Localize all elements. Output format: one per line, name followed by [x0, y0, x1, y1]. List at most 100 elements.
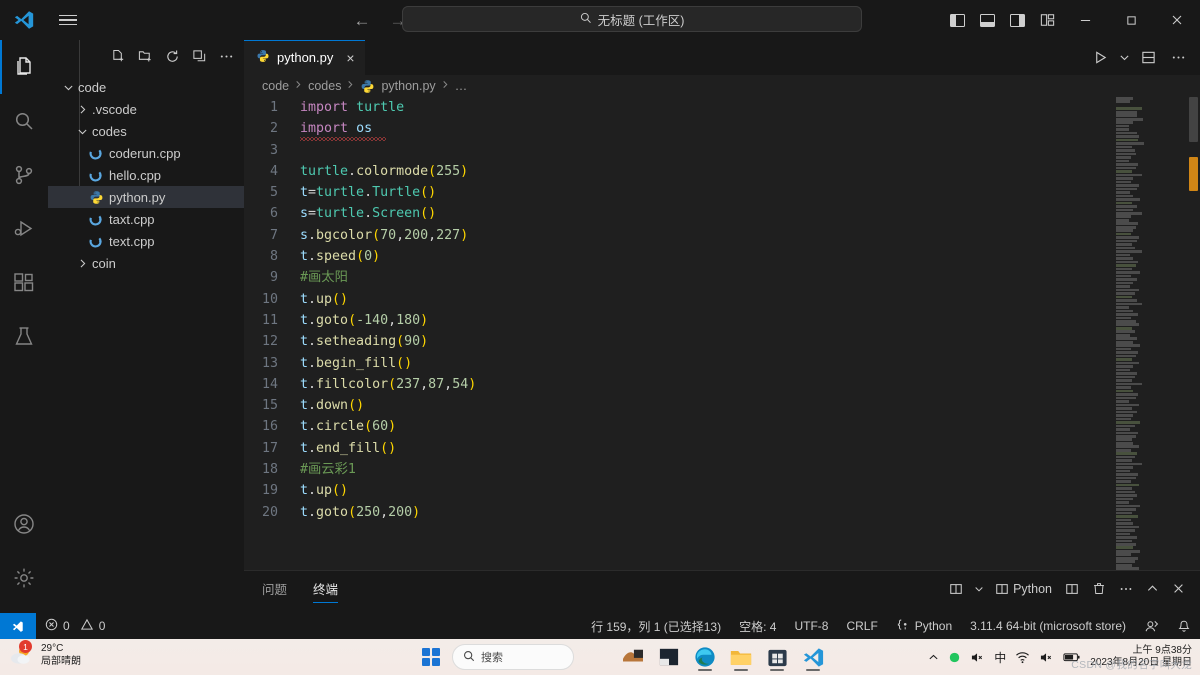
code-line[interactable]: 9#画太阳 — [244, 267, 1200, 288]
code-text[interactable]: t.setheading(90) — [300, 331, 428, 352]
python-interpreter[interactable]: 3.11.4 64-bit (microsoft store) — [961, 613, 1135, 639]
minimize-button[interactable] — [1062, 0, 1108, 40]
app-dark-icon[interactable] — [654, 642, 684, 672]
sidebar-item-testing[interactable] — [0, 310, 48, 364]
code-line[interactable]: 19t.up() — [244, 480, 1200, 501]
split-terminal-icon[interactable] — [944, 571, 968, 606]
weather-widget[interactable]: 1 29°C 局部晴朗 — [8, 642, 81, 668]
manage-settings-button[interactable] — [0, 551, 48, 605]
tree-file-python.py[interactable]: python.py — [48, 186, 244, 208]
green-status-icon[interactable] — [948, 651, 961, 664]
tree-folder-coin[interactable]: coin — [48, 252, 244, 274]
toggle-secondary-sidebar-icon[interactable] — [1002, 0, 1032, 40]
code-text[interactable]: t.end_fill() — [300, 438, 396, 459]
code-line[interactable]: 4turtle.colormode(255) — [244, 161, 1200, 182]
code-text[interactable]: import turtle — [300, 97, 404, 118]
code-text[interactable]: t.circle(60) — [300, 416, 396, 437]
scrollbar-thumb[interactable] — [1189, 97, 1198, 142]
chevron-down-icon[interactable] — [1116, 40, 1132, 75]
maximize-button[interactable] — [1108, 0, 1154, 40]
code-text[interactable]: t=turtle.Turtle() — [300, 182, 436, 203]
tab-python-py[interactable]: python.py × — [244, 40, 365, 75]
tree-folder-code[interactable]: code — [48, 76, 244, 98]
code-line[interactable]: 2import os — [244, 118, 1200, 139]
close-button[interactable] — [1154, 0, 1200, 40]
minimap[interactable] — [1116, 97, 1174, 570]
taskbar-search[interactable]: 搜索 — [452, 644, 574, 670]
encoding-status[interactable]: UTF-8 — [785, 613, 837, 639]
code-line[interactable]: 13t.begin_fill() — [244, 353, 1200, 374]
wifi-icon[interactable] — [1015, 651, 1030, 664]
edge-icon[interactable] — [690, 642, 720, 672]
code-line[interactable]: 1import turtle — [244, 97, 1200, 118]
code-line[interactable]: 6s=turtle.Screen() — [244, 203, 1200, 224]
code-line[interactable]: 12t.setheading(90) — [244, 331, 1200, 352]
widgets-icon[interactable] — [618, 642, 648, 672]
code-text[interactable]: import os — [300, 118, 372, 139]
tab-problems[interactable]: 问题 — [262, 571, 287, 606]
code-text[interactable]: t.down() — [300, 395, 364, 416]
file-tree[interactable]: code.vscodecodescoderun.cpphello.cpppyth… — [48, 72, 244, 274]
back-icon[interactable]: ← — [353, 12, 371, 29]
remote-window-indicator[interactable] — [0, 613, 36, 639]
vscode-taskbar-icon[interactable] — [798, 642, 828, 672]
bell-icon[interactable] — [1168, 613, 1200, 639]
code-line[interactable]: 8t.speed(0) — [244, 246, 1200, 267]
customize-layout-icon[interactable] — [1032, 0, 1062, 40]
code-text[interactable]: #画太阳 — [300, 267, 348, 288]
breadcrumb-item[interactable]: … — [455, 79, 468, 93]
accounts-button[interactable] — [0, 497, 48, 551]
cursor-position[interactable]: 行 159，列 1 (已选择13) — [582, 613, 730, 639]
chevron-right-icon[interactable] — [74, 104, 90, 115]
chevron-right-icon[interactable] — [74, 258, 90, 269]
tree-file-taxt.cpp[interactable]: taxt.cpp — [48, 208, 244, 230]
code-line[interactable]: 18#画云彩1 — [244, 459, 1200, 480]
split-icon[interactable] — [1060, 571, 1084, 606]
new-folder-icon[interactable] — [137, 48, 153, 64]
terminal-type-button[interactable]: Python — [990, 571, 1057, 606]
code-text[interactable]: turtle.colormode(255) — [300, 161, 468, 182]
file-explorer-icon[interactable] — [726, 642, 756, 672]
code-line[interactable]: 20t.goto(250,200) — [244, 502, 1200, 523]
menu-hamburger-button[interactable] — [48, 0, 88, 40]
command-center-search[interactable]: 无标题 (工作区) — [402, 6, 862, 32]
feedback-icon[interactable] — [1135, 613, 1168, 639]
code-line[interactable]: 5t=turtle.Turtle() — [244, 182, 1200, 203]
refresh-icon[interactable] — [164, 48, 180, 64]
code-line[interactable]: 15t.down() — [244, 395, 1200, 416]
code-text[interactable]: t.goto(250,200) — [300, 502, 420, 523]
code-text[interactable]: t.speed(0) — [300, 246, 380, 267]
run-icon[interactable] — [1086, 40, 1114, 75]
taskbar-clock[interactable]: 上午 9点38分 2023年8月20日 星期日 — [1090, 645, 1194, 670]
sidebar-item-run-debug[interactable] — [0, 202, 48, 256]
code-line[interactable]: 17t.end_fill() — [244, 438, 1200, 459]
tab-terminal[interactable]: 终端 — [313, 571, 338, 606]
chevron-up-icon[interactable] — [1141, 571, 1164, 606]
toggle-primary-sidebar-icon[interactable] — [942, 0, 972, 40]
sidebar-item-source-control[interactable] — [0, 148, 48, 202]
breadcrumb-item[interactable]: codes — [308, 79, 341, 93]
close-icon[interactable]: × — [346, 51, 354, 65]
tree-file-coderun.cpp[interactable]: coderun.cpp — [48, 142, 244, 164]
breadcrumb[interactable]: codecodespython.py… — [244, 75, 1200, 97]
code-line[interactable]: 14t.fillcolor(237,87,54) — [244, 374, 1200, 395]
tree-folder-vscode[interactable]: .vscode — [48, 98, 244, 120]
editor-scrollbar[interactable] — [1186, 97, 1200, 570]
close-icon[interactable] — [1167, 571, 1190, 606]
tree-folder-codes[interactable]: codes — [48, 120, 244, 142]
more-actions-icon[interactable] — [218, 48, 234, 64]
code-line[interactable]: 10t.up() — [244, 289, 1200, 310]
chevron-down-icon[interactable] — [60, 82, 76, 93]
trash-icon[interactable] — [1087, 571, 1111, 606]
code-editor[interactable]: 1import turtle2import os34turtle.colormo… — [244, 97, 1200, 570]
breadcrumb-item[interactable]: code — [262, 79, 289, 93]
code-line[interactable]: 3 — [244, 140, 1200, 161]
code-line[interactable]: 16t.circle(60) — [244, 416, 1200, 437]
code-text[interactable]: s.bgcolor(70,200,227) — [300, 225, 468, 246]
more-actions-icon[interactable] — [1114, 571, 1138, 606]
new-file-icon[interactable] — [110, 48, 126, 64]
start-button[interactable] — [416, 642, 446, 672]
microsoft-store-icon[interactable] — [762, 642, 792, 672]
collapse-all-icon[interactable] — [191, 48, 207, 64]
code-text[interactable]: #画云彩1 — [300, 459, 356, 480]
